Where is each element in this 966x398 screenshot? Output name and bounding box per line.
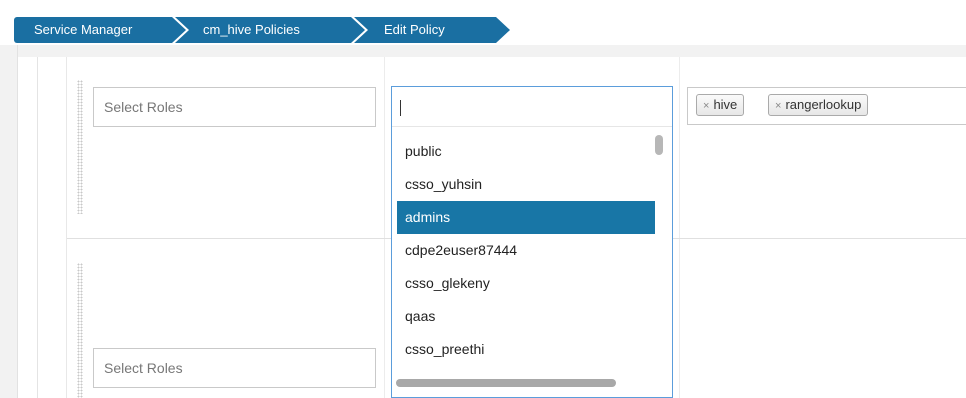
dropdown-option[interactable]: cdpe2euser87444 <box>397 234 655 267</box>
panel-row-gutter <box>39 57 67 398</box>
text-caret <box>400 100 401 116</box>
panel-left-gutter <box>0 45 18 398</box>
drag-handle-icon[interactable] <box>77 80 83 214</box>
select-roles-input[interactable]: Select Roles <box>93 348 376 388</box>
tag-label: hive <box>713 97 738 112</box>
panel-header-strip <box>0 45 966 57</box>
dropdown-search-input[interactable] <box>392 87 672 127</box>
panel-inner-gutter <box>18 57 38 398</box>
selected-user-tag[interactable]: × hive <box>696 94 745 116</box>
dropdown-option[interactable]: qaas <box>397 300 655 333</box>
dropdown-option[interactable]: csso_yuhsin <box>397 168 655 201</box>
dropdown-option-highlighted[interactable]: admins <box>397 201 655 234</box>
horizontal-scrollbar[interactable] <box>396 379 616 387</box>
breadcrumb: Service Manager cm_hive Policies Edit Po… <box>14 17 510 43</box>
close-icon[interactable]: × <box>703 100 709 112</box>
vertical-scrollbar[interactable] <box>655 135 663 155</box>
select-users-input[interactable]: × hive × rangerlookup <box>687 87 966 125</box>
close-icon[interactable]: × <box>775 100 781 112</box>
breadcrumb-service-manager[interactable]: Service Manager <box>14 17 189 43</box>
tag-label: rangerlookup <box>785 97 862 112</box>
breadcrumb-edit-policy: Edit Policy <box>354 17 510 43</box>
drag-handle-icon[interactable] <box>77 263 83 398</box>
dropdown-options-list: public csso_yuhsin admins cdpe2euser8744… <box>397 135 655 366</box>
column-divider <box>679 57 680 398</box>
select-roles-input[interactable]: Select Roles <box>93 87 376 127</box>
selected-user-tag[interactable]: × rangerlookup <box>768 94 869 116</box>
dropdown-option[interactable]: csso_preethi <box>397 333 655 366</box>
groups-select-dropdown[interactable]: public csso_yuhsin admins cdpe2euser8744… <box>391 86 673 398</box>
dropdown-option[interactable]: public <box>397 135 655 168</box>
dropdown-option[interactable]: csso_glekeny <box>397 267 655 300</box>
breadcrumb-cm-hive-policies[interactable]: cm_hive Policies <box>175 17 368 43</box>
column-divider <box>384 57 385 398</box>
